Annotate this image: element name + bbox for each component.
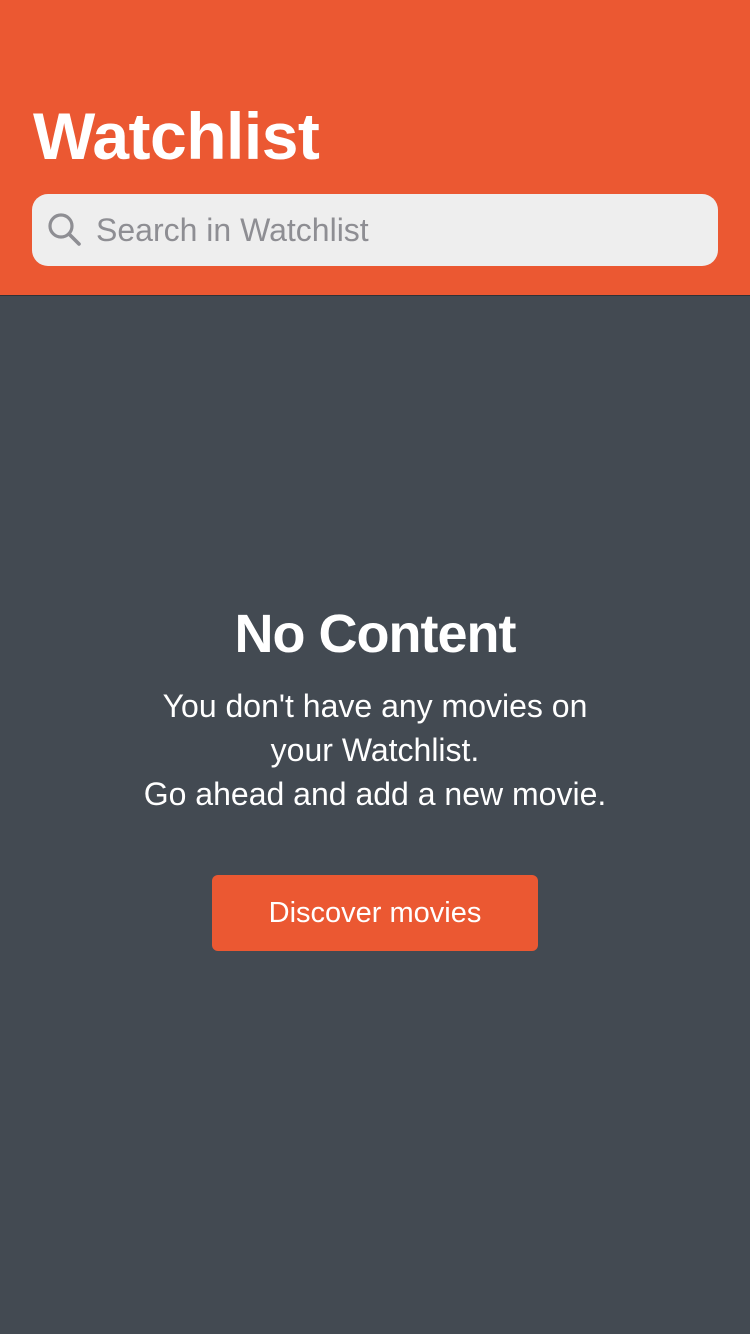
page-title: Watchlist [33, 99, 320, 173]
search-bar[interactable] [32, 194, 718, 266]
empty-message-line: Go ahead and add a new movie. [143, 776, 607, 812]
empty-state: No Content You don't have any movies on … [0, 296, 750, 1334]
search-input[interactable] [96, 194, 696, 266]
search-icon [46, 211, 82, 247]
empty-state-message: You don't have any movies on your Watchl… [100, 684, 650, 816]
empty-message-line: your Watchlist. [270, 732, 480, 768]
empty-message-line: You don't have any movies on [162, 688, 588, 724]
discover-movies-button[interactable]: Discover movies [212, 875, 538, 951]
empty-state-title: No Content [234, 604, 517, 664]
header-bar: Watchlist [0, 0, 750, 296]
